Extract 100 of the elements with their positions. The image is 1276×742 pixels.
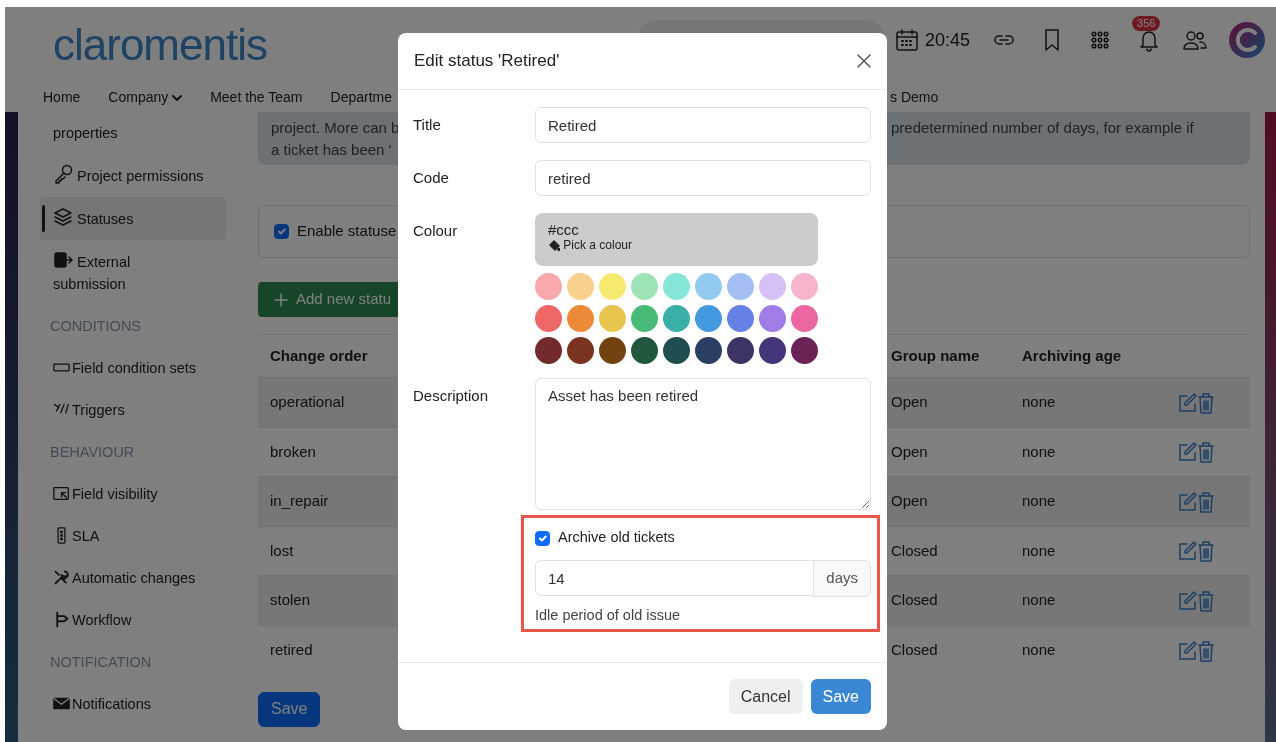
colour-swatch[interactable] — [535, 273, 562, 300]
colour-swatch[interactable] — [599, 305, 626, 332]
table-cell: none — [1010, 625, 1165, 675]
colour-swatch[interactable] — [599, 273, 626, 300]
logo[interactable]: claromentis — [53, 22, 267, 67]
window-cursor-icon — [53, 485, 70, 502]
colour-swatch[interactable] — [535, 305, 562, 332]
edit-icon[interactable] — [1177, 392, 1197, 413]
section-heading: BEHAVIOUR — [49, 443, 136, 462]
exit-icon — [53, 250, 73, 270]
checkbox-label: Archive old tickets — [558, 528, 675, 548]
colour-swatch[interactable] — [663, 337, 690, 364]
envelope-icon — [53, 695, 70, 712]
colour-hint: Pick a colour — [548, 238, 805, 252]
sidebar-item[interactable]: Project permissions — [40, 154, 226, 197]
colour-swatch[interactable] — [695, 337, 722, 364]
colour-swatch[interactable] — [599, 337, 626, 364]
sidebar-item[interactable]: Field condition sets — [40, 347, 226, 389]
table-cell: none — [1010, 377, 1165, 427]
help-text: Idle period of old issue — [535, 605, 682, 625]
colour-swatch[interactable] — [567, 273, 594, 300]
sidebar-item[interactable]: properties — [40, 112, 226, 154]
colour-swatch[interactable] — [791, 337, 818, 364]
colour-swatch[interactable] — [759, 305, 786, 332]
flag-icon — [53, 611, 70, 628]
colour-swatch[interactable] — [727, 305, 754, 332]
field-label: Colour — [413, 221, 459, 241]
checkbox-label: Enable statuse — [297, 221, 397, 242]
checkbox[interactable] — [274, 224, 289, 239]
field-label: Code — [413, 168, 450, 188]
close-icon[interactable] — [857, 54, 871, 68]
sidebar-item[interactable]: Field visibility — [40, 473, 226, 515]
modal-title: Edit status 'Retired' — [414, 50, 560, 72]
colour-swatch[interactable] — [695, 305, 722, 332]
colour-swatch[interactable] — [791, 273, 818, 300]
colour-swatch[interactable] — [759, 273, 786, 300]
table-cell: none — [1010, 476, 1165, 526]
colour-swatch[interactable] — [695, 273, 722, 300]
calendar-icon[interactable] — [895, 28, 919, 52]
edit-icon[interactable] — [1177, 541, 1197, 562]
save-button[interactable]: Save — [258, 691, 321, 727]
colour-swatch[interactable] — [663, 273, 690, 300]
trash-icon[interactable] — [1197, 490, 1215, 513]
input-field[interactable]: 14 — [535, 560, 815, 596]
sidebar-item[interactable]: SLA — [40, 515, 226, 557]
colour-swatch[interactable] — [727, 337, 754, 364]
colour-value: #ccc — [548, 222, 580, 239]
sidebar-item[interactable]: Workflow — [40, 599, 226, 641]
sidebar-item[interactable]: Statuses — [40, 197, 226, 240]
alert-text: predetermined number of days, for example if — [891, 118, 1194, 138]
nav-link[interactable]: Meet the Team — [210, 86, 303, 108]
colour-swatch[interactable] — [663, 305, 690, 332]
sidebar-item[interactable]: Triggers — [40, 389, 226, 431]
sidebar-item[interactable]: Automatic changes — [40, 557, 226, 599]
trash-icon[interactable] — [1197, 391, 1215, 414]
nav-link[interactable]: Home — [43, 86, 81, 108]
alert-text: a ticket has been ' — [271, 140, 392, 160]
cancel-button[interactable]: Cancel — [728, 679, 803, 714]
colour-swatch[interactable] — [567, 305, 594, 332]
people-icon[interactable] — [1182, 29, 1209, 51]
key-icon — [53, 164, 73, 184]
nav-link[interactable]: s Demo — [890, 86, 939, 108]
trash-icon[interactable] — [1197, 441, 1215, 464]
input-field[interactable]: Retired — [535, 107, 871, 143]
edit-icon[interactable] — [1177, 442, 1197, 463]
notification-badge: 356 — [1132, 16, 1161, 31]
description-field[interactable]: Asset has been retired — [535, 378, 871, 510]
tools-icon — [53, 569, 70, 586]
input-field[interactable]: retired — [535, 160, 871, 196]
avatar-icon[interactable] — [1228, 21, 1267, 59]
nav-link[interactable]: Departme — [330, 86, 392, 108]
sidebar-item[interactable]: Notifications — [40, 683, 226, 725]
edit-icon[interactable] — [1177, 640, 1197, 661]
field-label: Description — [413, 386, 490, 406]
colour-swatch[interactable] — [727, 273, 754, 300]
clock-time: 20:45 — [925, 28, 971, 52]
edit-icon[interactable] — [1177, 590, 1197, 611]
checkbox[interactable] — [535, 530, 550, 546]
bell-icon[interactable] — [1138, 28, 1161, 52]
colour-picker[interactable]: #ccc Pick a colour — [535, 213, 818, 266]
table-cell: none — [1010, 575, 1165, 625]
trash-icon[interactable] — [1197, 589, 1215, 612]
layers-icon — [53, 207, 73, 227]
trash-icon[interactable] — [1197, 639, 1215, 662]
sidebar-item[interactable]: External submission — [40, 240, 226, 305]
nav-link[interactable]: Company — [108, 86, 183, 108]
field-label: Title — [413, 115, 442, 135]
section-heading: CONDITIONS — [49, 317, 143, 336]
colour-swatch[interactable] — [759, 337, 786, 364]
colour-swatch[interactable] — [567, 337, 594, 364]
save-button[interactable]: Save — [810, 679, 871, 714]
colour-swatch[interactable] — [631, 337, 658, 364]
colour-swatch[interactable] — [535, 337, 562, 364]
unit-label: days — [813, 560, 871, 597]
trash-icon[interactable] — [1197, 540, 1215, 563]
paint-bucket-icon — [548, 239, 560, 252]
colour-swatch[interactable] — [631, 305, 658, 332]
colour-swatch[interactable] — [631, 273, 658, 300]
colour-swatch[interactable] — [791, 305, 818, 332]
edit-icon[interactable] — [1177, 491, 1197, 512]
